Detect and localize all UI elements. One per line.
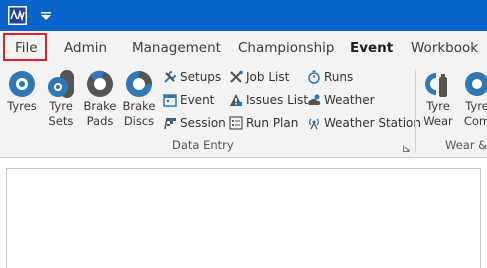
- ribbon-tabs: File Admin Management Championship Event…: [0, 31, 487, 65]
- wear-group-label: Wear &: [445, 138, 487, 152]
- tyres-label: Tyres: [7, 99, 37, 113]
- tyre-compound-icon: [465, 72, 487, 96]
- tyre-compound-label-1: Tyre: [465, 99, 487, 113]
- document-panel: [6, 168, 481, 268]
- weather-button[interactable]: Weather: [307, 90, 375, 110]
- tyre-sets-icon: [48, 70, 74, 98]
- session-button[interactable]: Session: [163, 113, 226, 133]
- warning-icon: [230, 93, 242, 106]
- runs-button[interactable]: Runs: [307, 67, 353, 87]
- tab-championship[interactable]: Championship: [238, 31, 334, 65]
- brake-pads-label-2: Pads: [86, 114, 114, 128]
- calendar-icon: [163, 93, 177, 107]
- app-logo-icon[interactable]: [8, 6, 27, 25]
- weather-cloud-icon: [308, 94, 321, 105]
- stopwatch-icon: [308, 70, 320, 84]
- runs-label: Runs: [324, 70, 354, 84]
- session-label: Session: [180, 116, 226, 130]
- event-label: Event: [180, 93, 215, 107]
- event-button[interactable]: Event: [163, 90, 214, 110]
- data-entry-group-label: Data Entry: [172, 138, 234, 152]
- main-content-area: [0, 158, 487, 268]
- job-list-button[interactable]: Job List: [229, 67, 289, 87]
- run-plan-label: Run Plan: [246, 116, 299, 130]
- brake-pad-icon: [87, 70, 113, 97]
- tyre-icon: [9, 71, 35, 97]
- dialog-launcher-icon[interactable]: [403, 145, 410, 152]
- group-separator: [415, 69, 416, 153]
- setups-label: Setups: [180, 70, 222, 84]
- tyre-wear-label-1: Tyre: [426, 99, 450, 113]
- checkered-flag-icon: [164, 117, 176, 129]
- issues-list-button[interactable]: Issues List: [229, 90, 308, 110]
- tyre-sets-button[interactable]: Tyre Sets: [44, 65, 78, 129]
- tools-icon: [230, 70, 243, 83]
- tyre-compound-label-2: Com: [463, 114, 487, 128]
- job-list-label: Job List: [246, 70, 290, 84]
- tyre-sets-label-1: Tyre: [49, 99, 73, 113]
- plan-list-icon: [229, 115, 243, 130]
- brake-discs-label-2: Discs: [123, 114, 155, 128]
- tyre-wear-button[interactable]: Tyre Wear: [421, 65, 455, 129]
- brake-disc-icon: [126, 71, 152, 97]
- brake-discs-button[interactable]: Brake Discs: [122, 65, 156, 129]
- quick-access-dropdown-icon[interactable]: [41, 12, 51, 20]
- title-bar: [0, 0, 487, 31]
- brake-pads-label-1: Brake: [83, 99, 117, 113]
- tab-management[interactable]: Management: [132, 31, 221, 65]
- tyre-compound-button[interactable]: Tyre Com: [460, 65, 487, 129]
- wrench-icon: [164, 70, 176, 83]
- brake-pads-button[interactable]: Brake Pads: [83, 65, 117, 129]
- tyre-wear-icon: [425, 73, 447, 97]
- run-plan-button[interactable]: Run Plan: [229, 113, 298, 133]
- setups-button[interactable]: Setups: [163, 67, 221, 87]
- weather-station-button[interactable]: Weather Station: [307, 113, 421, 133]
- ribbon-panel: Tyres Tyre Sets Brake Pads Brake Discs S…: [0, 65, 487, 158]
- issues-list-label: Issues List: [246, 93, 309, 107]
- tab-workbook[interactable]: Workbook: [411, 31, 478, 65]
- tyres-button[interactable]: Tyres: [5, 65, 39, 114]
- weather-label: Weather: [324, 93, 375, 107]
- weather-station-label: Weather Station: [324, 116, 422, 130]
- antenna-signal-icon: [309, 118, 319, 129]
- brake-discs-label-1: Brake: [122, 99, 156, 113]
- tyre-wear-label-2: Wear: [423, 114, 453, 128]
- tab-admin[interactable]: Admin: [64, 31, 107, 65]
- tab-event[interactable]: Event: [350, 31, 393, 65]
- tyre-sets-label-2: Sets: [48, 114, 74, 128]
- file-tab-highlight: [3, 33, 47, 61]
